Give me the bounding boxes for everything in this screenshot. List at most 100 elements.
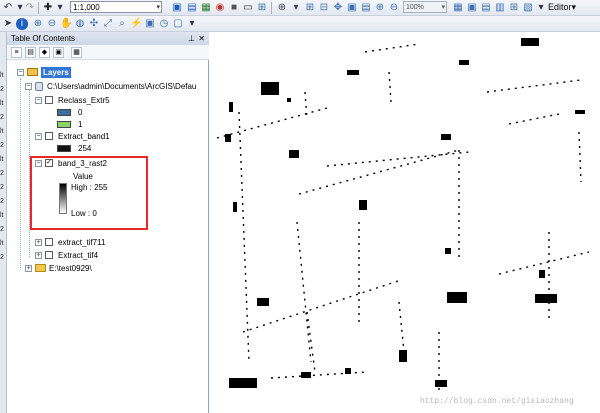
legend-heading: Value <box>73 172 93 181</box>
layout-zoom-in-icon[interactable]: ⊞ <box>304 2 316 14</box>
overflow-icon[interactable]: ▾ <box>290 2 302 14</box>
raster-blob <box>441 134 451 140</box>
add-data-dropdown-icon[interactable]: ▾ <box>54 2 66 14</box>
workspace-path-label: C:\Users\admin\Documents\ArcGIS\Defau <box>47 82 197 91</box>
strip-label: lt <box>0 240 4 247</box>
strip-label: lt <box>0 128 4 135</box>
pan-icon[interactable]: ✋ <box>60 18 72 30</box>
georef-icon[interactable]: ⊕ <box>276 2 288 14</box>
overflow-icon[interactable]: ▾ <box>535 2 547 14</box>
zoom-100-icon[interactable]: ▤ <box>360 2 372 14</box>
raster-line <box>364 43 420 53</box>
legend-low-label: Low : 0 <box>71 209 97 218</box>
collapse-icon[interactable]: − <box>17 69 24 76</box>
layer-name: band_3_rast2 <box>58 159 107 168</box>
fixed-zoom-in-icon[interactable]: ⊕ <box>374 2 386 14</box>
map-display[interactable] <box>209 32 600 413</box>
layer-name: Reclass_Extr5 <box>58 96 110 105</box>
map-scale-combobox[interactable]: 1:1,000 ▾ <box>70 1 162 13</box>
raster-blob <box>289 150 299 158</box>
raster-blob <box>229 378 257 388</box>
collapse-icon[interactable]: − <box>35 133 42 140</box>
raster-blob <box>575 110 585 114</box>
layout-zoom-combobox[interactable]: 100% ▾ <box>403 1 447 13</box>
overflow-icon[interactable]: ▾ <box>186 18 198 30</box>
list-by-source-icon[interactable]: ▤ <box>25 47 36 58</box>
strip-label: 2 <box>0 86 4 93</box>
raster-line <box>304 91 308 121</box>
find-icon[interactable]: ⌕ <box>116 18 128 30</box>
strip-label: 2 <box>0 114 4 121</box>
change-layout-icon[interactable]: ▤ <box>480 2 492 14</box>
layout-zoom-out-icon[interactable]: ⊟ <box>318 2 330 14</box>
chevron-down-icon[interactable]: ▾ <box>156 2 160 13</box>
hyperlink-icon[interactable]: ⚡ <box>130 18 142 30</box>
measure-icon[interactable]: ⤢ <box>102 18 114 30</box>
add-data-icon[interactable]: ✚ <box>42 2 54 14</box>
undo-icon[interactable]: ↶ <box>2 2 14 14</box>
list-by-selection-icon[interactable]: ▣ <box>53 47 64 58</box>
list-by-visibility-icon[interactable]: ◆ <box>39 47 50 58</box>
full-extent-icon[interactable]: ◍ <box>74 18 86 30</box>
create-viewer-icon[interactable]: ▢ <box>172 18 184 30</box>
zoom-in-icon[interactable]: ⊕ <box>32 18 44 30</box>
options-icon[interactable]: ▦ <box>71 47 82 58</box>
raster-blob <box>359 200 367 210</box>
focus-data-frame-icon[interactable]: ▣ <box>466 2 478 14</box>
raster-line <box>486 79 582 93</box>
select-elements-icon[interactable]: ➤ <box>2 18 14 30</box>
layer-visibility-checkbox[interactable] <box>45 96 53 104</box>
raster-line <box>298 149 460 195</box>
tree-line <box>20 78 21 268</box>
data-driven-pages-icon[interactable]: ▥ <box>494 2 506 14</box>
expand-icon[interactable]: + <box>35 252 42 259</box>
table-of-contents-icon[interactable]: ▤ <box>186 2 198 14</box>
toggle-draft-icon[interactable]: ▦ <box>452 2 464 14</box>
zoom-out-icon[interactable]: ⊖ <box>46 18 58 30</box>
strip-label: lt <box>0 72 4 79</box>
pin-icon[interactable]: ⊥ <box>188 32 195 45</box>
zoom-whole-page-icon[interactable]: ▣ <box>346 2 358 14</box>
watermark-url: http://blog.csdn.net/gisiaozhang <box>420 397 574 406</box>
arctoolbox-icon[interactable]: ■ <box>228 2 240 14</box>
layer-visibility-checkbox[interactable] <box>45 251 53 259</box>
catalog-icon[interactable]: ▦ <box>200 2 212 14</box>
editor-toolbar-icon[interactable]: ▣ <box>171 2 183 14</box>
raster-line <box>238 111 250 363</box>
list-by-drawing-order-icon[interactable]: ≡ <box>11 47 22 58</box>
chevron-down-icon[interactable]: ▾ <box>441 2 445 13</box>
layout-tools-icon[interactable]: ▧ <box>522 2 534 14</box>
layout-grid-icon[interactable]: ⊞ <box>508 2 520 14</box>
layer-name: Extract_tif4 <box>58 251 99 260</box>
identify-icon[interactable]: i <box>16 18 28 30</box>
model-builder-icon[interactable]: ⊞ <box>256 2 268 14</box>
raster-blob <box>225 134 231 142</box>
toc-toolbar: ≡ ▤ ◆ ▣ ▦ <box>7 45 209 60</box>
docked-window-strip[interactable]: lt 2 lt 2 lt 2 lt 2 2 2 lt 2 lt 2 <box>0 32 7 413</box>
search-window-icon[interactable]: ◉ <box>214 2 226 14</box>
toc-title-bar[interactable]: Table Of Contents ⊥ ✕ <box>7 32 209 45</box>
fixed-zoom-out-icon[interactable]: ⊖ <box>388 2 400 14</box>
expand-icon[interactable]: + <box>35 239 42 246</box>
raster-features <box>225 38 585 388</box>
strip-label: lt <box>0 100 4 107</box>
time-slider-icon[interactable]: ◷ <box>158 18 170 30</box>
editor-menu-button[interactable]: Editor▾ <box>548 0 576 14</box>
layer-name: Extract_band1 <box>58 132 110 141</box>
collapse-icon[interactable]: − <box>35 97 42 104</box>
layer-visibility-checkbox[interactable]: ✓ <box>45 159 53 167</box>
redo-icon[interactable]: ↷ <box>24 2 36 14</box>
layer-visibility-checkbox[interactable] <box>45 132 53 140</box>
layers-icon <box>27 68 38 76</box>
python-window-icon[interactable]: ▭ <box>242 2 254 14</box>
layer-visibility-checkbox[interactable] <box>45 238 53 246</box>
strip-label: 2 <box>0 184 4 191</box>
html-popup-icon[interactable]: ▣ <box>144 18 156 30</box>
close-icon[interactable]: ✕ <box>198 32 205 45</box>
raster-line <box>508 113 560 125</box>
collapse-icon[interactable]: − <box>35 160 42 167</box>
expand-icon[interactable]: + <box>25 265 32 272</box>
go-to-xy-icon[interactable]: ✣ <box>88 18 100 30</box>
collapse-icon[interactable]: − <box>25 83 32 90</box>
layout-pan-icon[interactable]: ✥ <box>332 2 344 14</box>
